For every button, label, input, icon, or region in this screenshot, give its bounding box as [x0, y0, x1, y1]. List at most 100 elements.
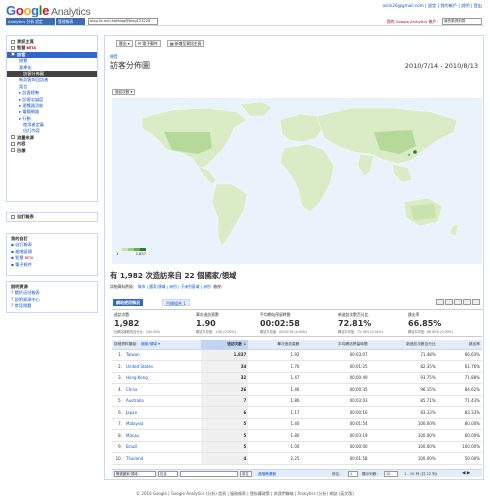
sidebar-item-label: 語言: [19, 83, 28, 89]
cell-country[interactable]: Japan: [124, 406, 202, 419]
sidebar-nav: 資訊主頁 智慧BETA 訪客 總覽 基準化 訪客分佈圖 新訪客與回訪者 語言 ▸ 訪客趨勢 ▸ 訪…: [6, 35, 98, 202]
show-rows-select[interactable]: 10: [384, 471, 398, 477]
table-footer-bar: 篩選國家/領域： 包含 前往 進階篩選器 前往： 1 顯示列數： 10 1 - …: [112, 469, 482, 477]
cell-country[interactable]: United States: [124, 360, 202, 373]
advanced-filter-link[interactable]: 進階篩選器: [258, 472, 276, 477]
filter-input[interactable]: [180, 471, 238, 477]
date-range-picker[interactable]: 2010/7/14 - 2010/8/13: [405, 62, 478, 70]
table-view-icon[interactable]: [436, 299, 444, 305]
filter-mode-select[interactable]: 包含: [158, 471, 178, 477]
cell-country[interactable]: Brazil: [124, 441, 202, 453]
table-row[interactable]: 6. Japan 6 1.17 00:00:16 83.33% 83.33%: [112, 406, 482, 419]
cell-newpct: 100.00%: [369, 429, 438, 442]
cell-time: 00:01:25: [301, 360, 370, 373]
email-button[interactable]: ✉ 電子郵件: [135, 40, 161, 47]
tab-goal-set[interactable]: 目標組合 1: [162, 299, 190, 306]
table-header-row: 詳細資料層級： 國家/領域 ▾ 造訪次數 ↓ 單次造訪頁數 平均網站停留時間 新…: [112, 340, 482, 350]
comparison-view-icon[interactable]: [463, 299, 471, 305]
top-account-links[interactable]: aslin26@gmail.com | 設定 | 我的帳戶 | 說明 | 登出: [383, 3, 482, 9]
my-account-label: 我的 Google Analytics 帳戶：: [386, 19, 440, 24]
account-select[interactable]: 我的新資料財: [442, 18, 482, 25]
cell-ppv: 1.47: [248, 372, 302, 384]
prev-page-icon[interactable]: ◀: [462, 471, 465, 476]
world-map[interactable]: [112, 98, 482, 264]
sidebar-item[interactable]: 目標: [7, 148, 97, 154]
goto-input[interactable]: 1: [348, 471, 358, 477]
col-bounce-rate[interactable]: 跳出率: [437, 340, 482, 350]
cell-bounce: 66.63%: [437, 349, 482, 361]
cell-ppv: 1.92: [248, 349, 302, 361]
map-region-south-america: [211, 183, 248, 247]
metric-sub: 佔網站總數的百分比：100.00%: [114, 330, 161, 334]
cell-time: 00:00:00: [301, 441, 370, 453]
cell-ppv: 1.00: [248, 441, 302, 453]
map-metric-select[interactable]: 造訪次數 ▾: [112, 89, 136, 95]
next-page-icon[interactable]: ▶: [467, 471, 470, 476]
pagination-arrows[interactable]: ◀ ▶: [462, 471, 470, 476]
cell-country[interactable]: Macau: [124, 429, 202, 442]
cell-country[interactable]: Thailand: [124, 452, 202, 465]
export-button[interactable]: 匯出 ▾: [116, 40, 133, 47]
logo-letter: g: [31, 3, 39, 18]
email-icon: ✉: [138, 41, 142, 46]
table-row[interactable]: 10. Thailand 4 2.25 00:01:58 100.00% 50.00%: [112, 452, 482, 465]
cell-country[interactable]: Australia: [124, 395, 202, 407]
cell-country[interactable]: Malaysia: [124, 418, 202, 430]
filter-go-button[interactable]: 前往: [240, 471, 252, 477]
email-label: 電子郵件: [142, 41, 158, 46]
table-row[interactable]: 9. Brazil 5 1.00 00:00:00 100.00% 100.00%: [112, 441, 482, 453]
metric-label: 新造訪次數百分比: [338, 312, 369, 317]
sidebar-item-label: 使用者定義: [23, 122, 44, 128]
tab-site-usage[interactable]: 網站使用情況: [113, 299, 143, 306]
help-item[interactable]: ? 常見問題: [7, 303, 97, 309]
page-title: 訪客分佈圖: [110, 61, 150, 70]
col-visits[interactable]: 造訪次數 ↓: [201, 340, 249, 350]
cell-country[interactable]: China: [124, 383, 202, 396]
add-to-dashboard-button[interactable]: ▦ 新增至資訊主頁: [167, 40, 205, 47]
performance-view-icon[interactable]: [454, 299, 462, 305]
cell-rank: 6.: [112, 406, 124, 419]
view-reports-link[interactable]: 管理報表: [56, 18, 85, 25]
table-row[interactable]: 8. Macau 5 1.80 00:03:19 100.00% 60.00%: [112, 429, 482, 442]
detail-level-header-label: 詳細資料層級：: [114, 341, 140, 346]
col-pages-per-visit[interactable]: 單次造訪頁數: [248, 340, 302, 350]
metric-sub: 網站平均值：00:02:58 (0.00%): [260, 330, 308, 334]
metric-sub: 網站平均值：72.78% (0.04%): [338, 330, 383, 334]
filter-dimension-select[interactable]: 篩選國家/領域：: [114, 471, 156, 477]
table-row[interactable]: 5. Australia 7 1.86 00:03:03 85.71% 71.43%: [112, 395, 482, 407]
metric-value: 66.85%: [408, 319, 442, 328]
col-new-visits[interactable]: 新造訪次數百分比: [369, 340, 438, 350]
cell-bounce: 61.76%: [437, 360, 482, 373]
country-dimension-select[interactable]: 國家/領域 ▾: [141, 342, 160, 346]
sidebar-item-label: ▸ 瀏覽器功能: [19, 102, 44, 108]
cell-visits: 5: [201, 418, 249, 430]
cell-ppv: 2.25: [248, 452, 302, 465]
page-footer[interactable]: © 2010 Google | Google Analytics (分析) 首頁…: [0, 491, 490, 497]
sidebar-item-label: 總覽: [19, 58, 28, 64]
table-row[interactable]: 7. Malaysia 5 1.40 00:01:54 100.00% 80.00%: [112, 418, 482, 430]
my-custom-item[interactable]: ▪ 電子郵件: [7, 262, 97, 268]
pivot-view-icon[interactable]: [472, 299, 480, 305]
percent-view-icon[interactable]: [445, 299, 453, 305]
table-row[interactable]: 4. China 26 1.46 00:00:35 96.15% 84.62%: [112, 383, 482, 396]
custom-reports-link[interactable]: 自訂報表: [7, 213, 97, 219]
cell-time: 00:01:58: [301, 452, 370, 465]
col-avg-time[interactable]: 平均網站停留時間: [301, 340, 370, 350]
expand-icon: [11, 214, 15, 219]
table-row[interactable]: 3. Hong Kong 32 1.47 00:00:49 93.75% 71.88%: [112, 372, 482, 384]
profile-select[interactable]: blog.lic.edu.twfblog@blog123228: [88, 18, 158, 25]
analytics-settings-link[interactable]: Analytics 分析 設定: [6, 18, 55, 25]
google-analytics-logo[interactable]: Google Analytics: [6, 3, 91, 18]
map-region-india: [357, 153, 375, 177]
table-row[interactable]: 1. Taiwan 1,837 1.92 00:03:07 71.48% 66.63%: [112, 349, 482, 361]
cell-ppv: 1.40: [248, 418, 302, 430]
metric-label: 造訪次數: [114, 312, 130, 317]
view-label: 檢視：: [213, 284, 225, 289]
cell-time: 00:03:19: [301, 429, 370, 442]
table-row[interactable]: 2. United States 34 1.76 00:01:25 82.35% 61.76…: [112, 360, 482, 373]
cell-country[interactable]: Taiwan: [124, 349, 202, 361]
detail-level-links[interactable]: 城市 | 國家/領域 | 洲別 | 子洲別區域 | 洲別: [138, 284, 211, 289]
sidebar-item-label: 新訪客與回訪者: [19, 77, 49, 83]
legend-min: 1: [116, 252, 119, 256]
cell-country[interactable]: Hong Kong: [124, 372, 202, 384]
